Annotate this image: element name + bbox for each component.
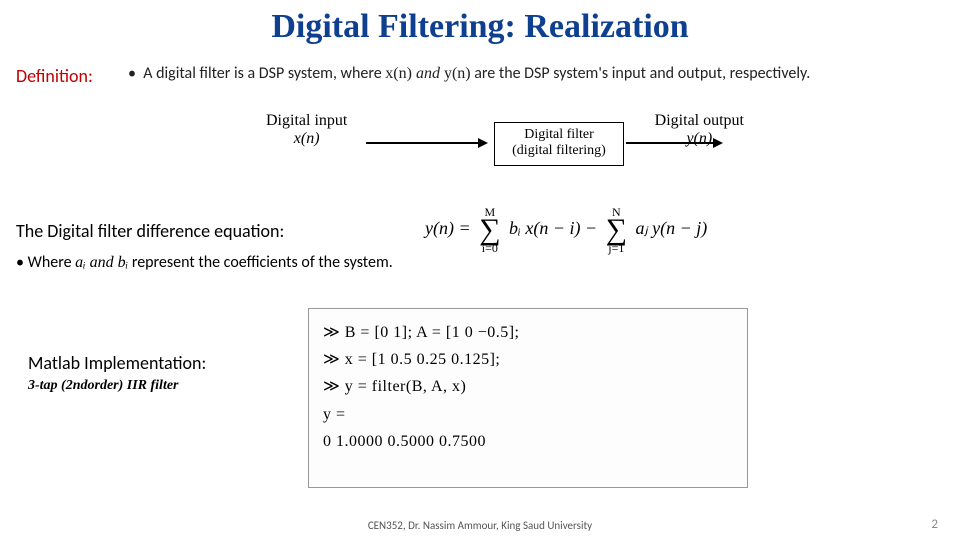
code-line-3: ≫ y = filter(B, A, x) [323,373,733,400]
matlab-subtitle: 3-tap (2ndorder) IIR filter [28,378,179,394]
diagram-filter-box: Digital filter (digital filtering) [494,122,624,166]
matlab-label: Matlab Implementation: [28,352,206,374]
diagram-input-label: Digital input x(n) [266,112,347,147]
arrow-right-icon [366,142,486,144]
block-diagram: Digital input x(n) Digital filter (digit… [266,112,736,202]
diagram-input-top: Digital input [266,112,347,129]
difference-equation: y(n) = M ∑ i=0 bᵢ x(n − i) − N ∑ j=1 aⱼ … [425,206,707,254]
coef-pre: Where [28,253,76,272]
code-line-1: ≫ B = [0 1]; A = [1 0 −0.5]; [323,319,733,346]
diagram-output-top: Digital output [655,112,744,129]
diagram-output-var: y(n) [686,130,712,147]
coef-bi: bᵢ [118,254,129,271]
page-number: 2 [931,517,938,532]
definition-label: Definition: [16,65,93,87]
slide: Digital Filtering: Realization Definitio… [0,0,960,540]
def-pre: A digital filter is a DSP system, where [143,64,385,83]
def-xn: x(n) [385,65,412,82]
sigma-icon: N ∑ j=1 [606,206,627,254]
dot-icon: • [128,64,143,83]
eq-term2: aⱼ y(n − j) [636,218,708,238]
slide-title: Digital Filtering: Realization [0,8,960,46]
dot-icon: • [16,253,28,272]
code-line-5: 0 1.0000 0.5000 0.7500 [323,428,733,455]
coef-and: and [86,254,118,271]
code-line-4: y = [323,401,733,428]
coef-post: represent the coefficients of the system… [128,253,393,272]
def-post: are the DSP system's input and output, r… [471,64,811,83]
diagram-box-line2: (digital filtering) [512,143,606,158]
coefficients-text: • Where aᵢ and bᵢ represent the coeffici… [16,252,396,274]
diagram-box-line1: Digital filter [524,127,594,142]
sum1-lower: i=0 [479,242,500,254]
coef-ai: aᵢ [75,254,86,271]
footer-text: CEN352, Dr. Nassim Ammour, King Saud Uni… [0,519,960,532]
eq-lhs: y(n) = [425,218,471,238]
eq-term1: bᵢ x(n − i) − [509,218,597,238]
diagram-output-label: Digital output y(n) [655,112,744,147]
sigma-icon: M ∑ i=0 [479,206,500,254]
def-and: and [412,65,444,82]
difference-equation-label: The Digital filter difference equation: [16,220,284,242]
matlab-code-box: ≫ B = [0 1]; A = [1 0 −0.5]; ≫ x = [1 0.… [308,308,748,488]
diagram-input-var: x(n) [294,130,320,147]
sum2-lower: j=1 [606,242,627,254]
code-line-2: ≫ x = [1 0.5 0.25 0.125]; [323,346,733,373]
definition-text: • A digital filter is a DSP system, wher… [128,63,938,85]
def-yn: y(n) [444,65,471,82]
